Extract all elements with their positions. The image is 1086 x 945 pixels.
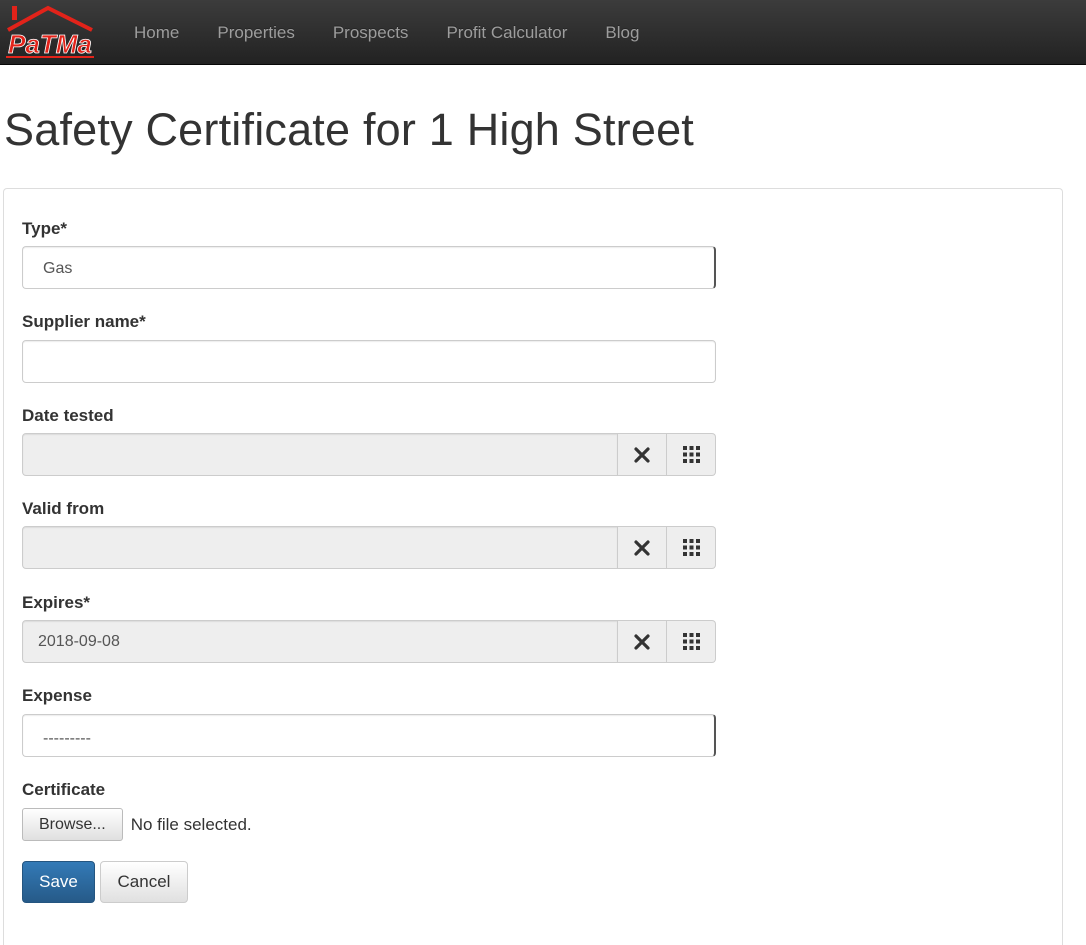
nav-home[interactable]: Home <box>115 0 198 65</box>
close-icon <box>634 539 650 556</box>
save-button[interactable]: Save <box>22 861 95 903</box>
supplier-name-label: Supplier name* <box>22 312 146 331</box>
calendar-grid-icon <box>682 633 700 650</box>
file-status: No file selected. <box>130 814 252 834</box>
supplier-name-input[interactable] <box>22 340 716 383</box>
expires-input[interactable]: 2018-09-08 <box>22 620 618 663</box>
browse-button[interactable]: Browse... <box>22 808 123 841</box>
expires-clear-button[interactable] <box>618 620 667 663</box>
type-label: Type* <box>22 219 68 238</box>
nav-prospects[interactable]: Prospects <box>314 0 428 65</box>
expense-label: Expense <box>22 686 92 705</box>
valid-from-clear-button[interactable] <box>618 526 667 569</box>
certificate-file-input: Browse... No file selected. <box>22 808 252 841</box>
nav-blog[interactable]: Blog <box>586 0 658 65</box>
calendar-grid-icon <box>682 446 700 463</box>
valid-from-input[interactable] <box>22 526 618 569</box>
date-tested-input[interactable] <box>22 433 618 476</box>
date-tested-group <box>22 433 716 476</box>
type-select[interactable]: Gas <box>22 246 716 289</box>
brand-logo[interactable]: PaTMa <box>2 4 98 60</box>
date-tested-label: Date tested <box>22 406 114 425</box>
expires-calendar-button[interactable] <box>667 620 716 663</box>
expense-select[interactable]: --------- <box>22 714 716 757</box>
navbar: PaTMa Home Properties Prospects Profit C… <box>0 0 1086 65</box>
valid-from-calendar-button[interactable] <box>667 526 716 569</box>
type-select-value: Gas <box>43 260 73 277</box>
cancel-button[interactable]: Cancel <box>100 861 188 903</box>
valid-from-label: Valid from <box>22 499 105 518</box>
nav-profit-calculator[interactable]: Profit Calculator <box>427 0 586 65</box>
nav-properties[interactable]: Properties <box>198 0 313 65</box>
close-icon <box>634 633 650 650</box>
calendar-grid-icon <box>682 539 700 556</box>
date-tested-clear-button[interactable] <box>618 433 667 476</box>
page-title: Safety Certificate for 1 High Street <box>4 104 695 155</box>
expense-select-value: --------- <box>43 730 91 747</box>
date-tested-calendar-button[interactable] <box>667 433 716 476</box>
expires-group: 2018-09-08 <box>22 620 716 663</box>
close-icon <box>634 446 650 463</box>
certificate-label: Certificate <box>22 780 106 799</box>
nav-links: Home Properties Prospects Profit Calcula… <box>115 0 658 65</box>
svg-text:PaTMa: PaTMa <box>8 29 92 59</box>
valid-from-group <box>22 526 716 569</box>
expires-label: Expires* <box>22 593 91 612</box>
